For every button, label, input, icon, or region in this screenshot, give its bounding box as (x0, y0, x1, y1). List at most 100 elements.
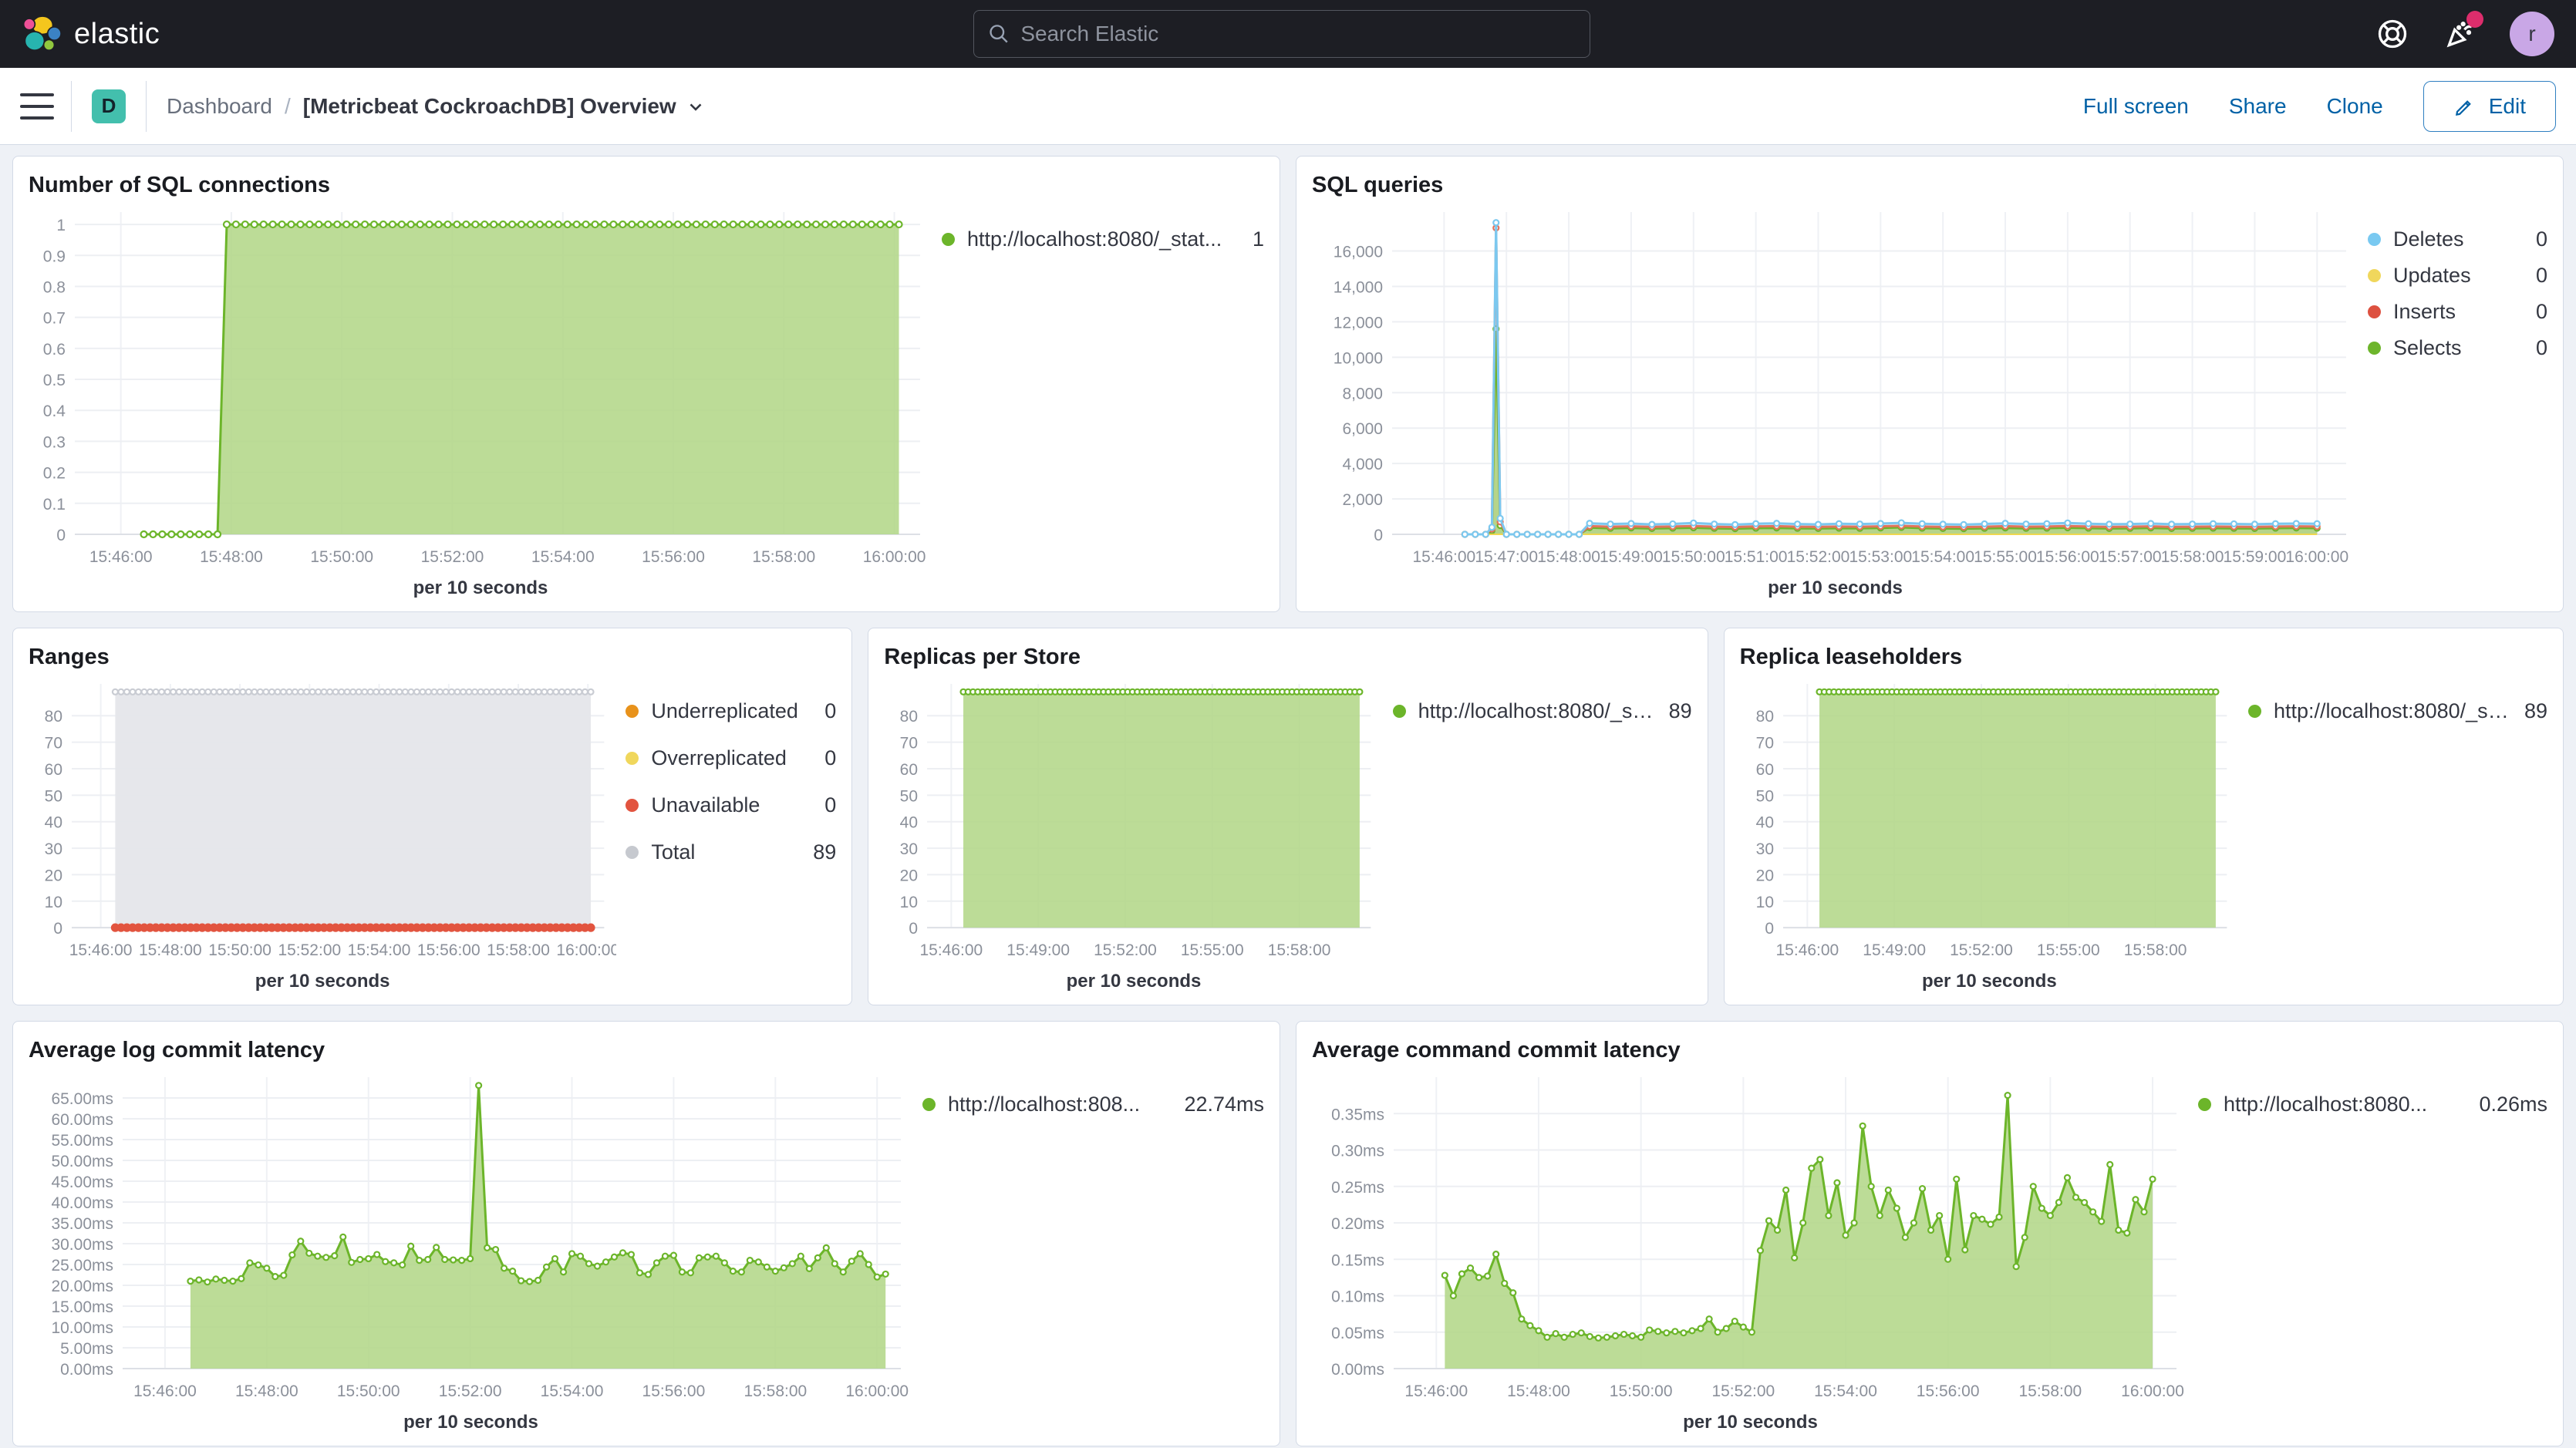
menu-button[interactable] (20, 93, 54, 120)
svg-text:0.1: 0.1 (43, 496, 66, 514)
panel-number-of-sql-connections: Number of SQL connections 00.10.20.30.40… (12, 156, 1280, 612)
help-button[interactable] (2374, 15, 2411, 52)
svg-text:60.00ms: 60.00ms (51, 1111, 113, 1129)
legend-dot (2368, 305, 2381, 318)
svg-text:40: 40 (900, 814, 918, 832)
full-screen-button[interactable]: Full screen (2083, 94, 2189, 119)
legend-item[interactable]: http://localhost:8080/_stat...1 (942, 227, 1264, 251)
legend-item[interactable]: Updates0 (2368, 264, 2547, 288)
svg-text:15:52:00: 15:52:00 (1787, 548, 1850, 566)
replicas-per-store-chart[interactable]: 0102030405060708015:46:0015:49:0015:52:0… (884, 673, 1383, 965)
news-feed-button[interactable] (2442, 15, 2479, 52)
legend-item[interactable]: Deletes0 (2368, 227, 2547, 251)
svg-text:15:57:00: 15:57:00 (2099, 548, 2162, 566)
dashboard-app-badge[interactable]: D (92, 89, 126, 123)
edit-button[interactable]: Edit (2423, 81, 2556, 132)
legend-label: Inserts (2393, 300, 2520, 324)
legend-item[interactable]: Selects0 (2368, 336, 2547, 360)
legend-item[interactable]: http://localhost:8080/_sta...89 (2248, 699, 2547, 723)
legend-item[interactable]: Underreplicated0 (625, 699, 836, 723)
svg-text:16:00:00: 16:00:00 (556, 941, 616, 959)
chart-legend: http://localhost:8080... 0.26ms (2189, 1066, 2547, 1440)
elastic-logo-icon (22, 14, 62, 54)
sql-queries-chart[interactable]: 02,0004,0006,0008,00010,00012,00014,0001… (1312, 201, 2359, 571)
share-button[interactable]: Share (2229, 94, 2287, 119)
svg-text:65.00ms: 65.00ms (51, 1090, 113, 1108)
svg-text:15:54:00: 15:54:00 (541, 1382, 604, 1400)
panel-title: Average command commit latency (1312, 1034, 2547, 1066)
svg-text:35.00ms: 35.00ms (51, 1215, 113, 1233)
legend-label: http://localhost:8080... (2224, 1093, 2463, 1116)
page-title[interactable]: [Metricbeat CockroachDB] Overview (303, 94, 706, 119)
legend-value: 0.26ms (2479, 1093, 2547, 1116)
notification-dot (2466, 11, 2483, 28)
page-title-text: [Metricbeat CockroachDB] Overview (303, 94, 676, 119)
legend-item[interactable]: Unavailable0 (625, 793, 836, 817)
svg-text:20.00ms: 20.00ms (51, 1278, 113, 1295)
svg-text:15:48:00: 15:48:00 (235, 1382, 298, 1400)
x-axis-title: per 10 seconds (1312, 1406, 2189, 1440)
svg-text:30: 30 (900, 840, 918, 858)
svg-text:0.20ms: 0.20ms (1331, 1215, 1384, 1233)
breadcrumb-separator: / (285, 94, 291, 119)
legend-value: 0 (824, 793, 836, 817)
breadcrumb-dashboard-link[interactable]: Dashboard (167, 94, 272, 119)
legend-dot (2368, 342, 2381, 355)
svg-text:15:54:00: 15:54:00 (1814, 1382, 1877, 1400)
panel-title: Ranges (29, 641, 836, 673)
legend-item[interactable]: http://localhost:8080... 0.26ms (2198, 1093, 2547, 1116)
svg-text:15:49:00: 15:49:00 (1007, 941, 1071, 959)
legend-item[interactable]: http://localhost:808...22.74ms (922, 1093, 1264, 1116)
svg-text:0.35ms: 0.35ms (1331, 1106, 1384, 1123)
svg-text:15:50:00: 15:50:00 (1662, 548, 1725, 566)
log-commit-latency-chart[interactable]: 0.00ms5.00ms10.00ms15.00ms20.00ms25.00ms… (29, 1066, 913, 1406)
replica-leaseholders-chart[interactable]: 0102030405060708015:46:0015:49:0015:52:0… (1740, 673, 2239, 965)
svg-text:10.00ms: 10.00ms (51, 1319, 113, 1337)
panel-sql-queries: SQL queries 02,0004,0006,0008,00010,0001… (1296, 156, 2564, 612)
svg-text:15:51:00: 15:51:00 (1725, 548, 1788, 566)
svg-text:15:53:00: 15:53:00 (1849, 548, 1912, 566)
svg-text:10: 10 (1755, 894, 1773, 911)
sql-connections-chart[interactable]: 00.10.20.30.40.50.60.70.80.9115:46:0015:… (29, 201, 932, 571)
svg-text:15:52:00: 15:52:00 (1950, 941, 2013, 959)
svg-text:15:55:00: 15:55:00 (1974, 548, 2037, 566)
panel-title: SQL queries (1312, 169, 2547, 201)
svg-text:15:55:00: 15:55:00 (2037, 941, 2100, 959)
svg-text:15:50:00: 15:50:00 (310, 548, 373, 566)
svg-text:16:00:00: 16:00:00 (2285, 548, 2348, 566)
global-search-box[interactable] (973, 10, 1590, 58)
elastic-logo[interactable]: elastic (22, 14, 160, 54)
x-axis-title: per 10 seconds (1312, 571, 2359, 605)
legend-item[interactable]: Overreplicated0 (625, 746, 836, 770)
svg-text:30: 30 (1755, 840, 1773, 858)
svg-text:80: 80 (900, 708, 918, 726)
pencil-icon (2453, 95, 2477, 118)
svg-text:70: 70 (900, 735, 918, 753)
svg-text:15:46:00: 15:46:00 (1775, 941, 1839, 959)
svg-text:0.8: 0.8 (43, 278, 66, 296)
svg-text:15:58:00: 15:58:00 (487, 941, 550, 959)
x-axis-title: per 10 seconds (1740, 965, 2239, 998)
command-commit-latency-chart[interactable]: 0.00ms0.05ms0.10ms0.15ms0.20ms0.25ms0.30… (1312, 1066, 2189, 1406)
clone-button[interactable]: Clone (2327, 94, 2383, 119)
legend-item[interactable]: http://localhost:8080/_sta...89 (1393, 699, 1692, 723)
legend-item[interactable]: Inserts0 (2368, 300, 2547, 324)
svg-text:20: 20 (900, 867, 918, 884)
svg-text:15:52:00: 15:52:00 (1711, 1382, 1775, 1400)
legend-label: Deletes (2393, 227, 2520, 251)
dashboard-grid: Number of SQL connections 00.10.20.30.40… (0, 145, 2576, 1446)
svg-text:2,000: 2,000 (1342, 491, 1383, 509)
svg-text:40.00ms: 40.00ms (51, 1194, 113, 1212)
panel-replica-leaseholders: Replica leaseholders 0102030405060708015… (1724, 628, 2564, 1005)
search-input[interactable] (1020, 22, 1576, 46)
legend-item[interactable]: Total89 (625, 840, 836, 864)
svg-text:0.9: 0.9 (43, 248, 66, 265)
svg-text:50: 50 (1755, 787, 1773, 805)
legend-dot (942, 233, 955, 246)
svg-text:15:47:00: 15:47:00 (1475, 548, 1538, 566)
x-axis-title: per 10 seconds (29, 1406, 913, 1440)
ranges-chart[interactable]: 0102030405060708015:46:0015:48:0015:50:0… (29, 673, 616, 965)
svg-text:0.00ms: 0.00ms (60, 1361, 113, 1379)
user-avatar[interactable]: r (2510, 12, 2554, 56)
legend-label: http://localhost:8080/_stat... (967, 227, 1237, 251)
